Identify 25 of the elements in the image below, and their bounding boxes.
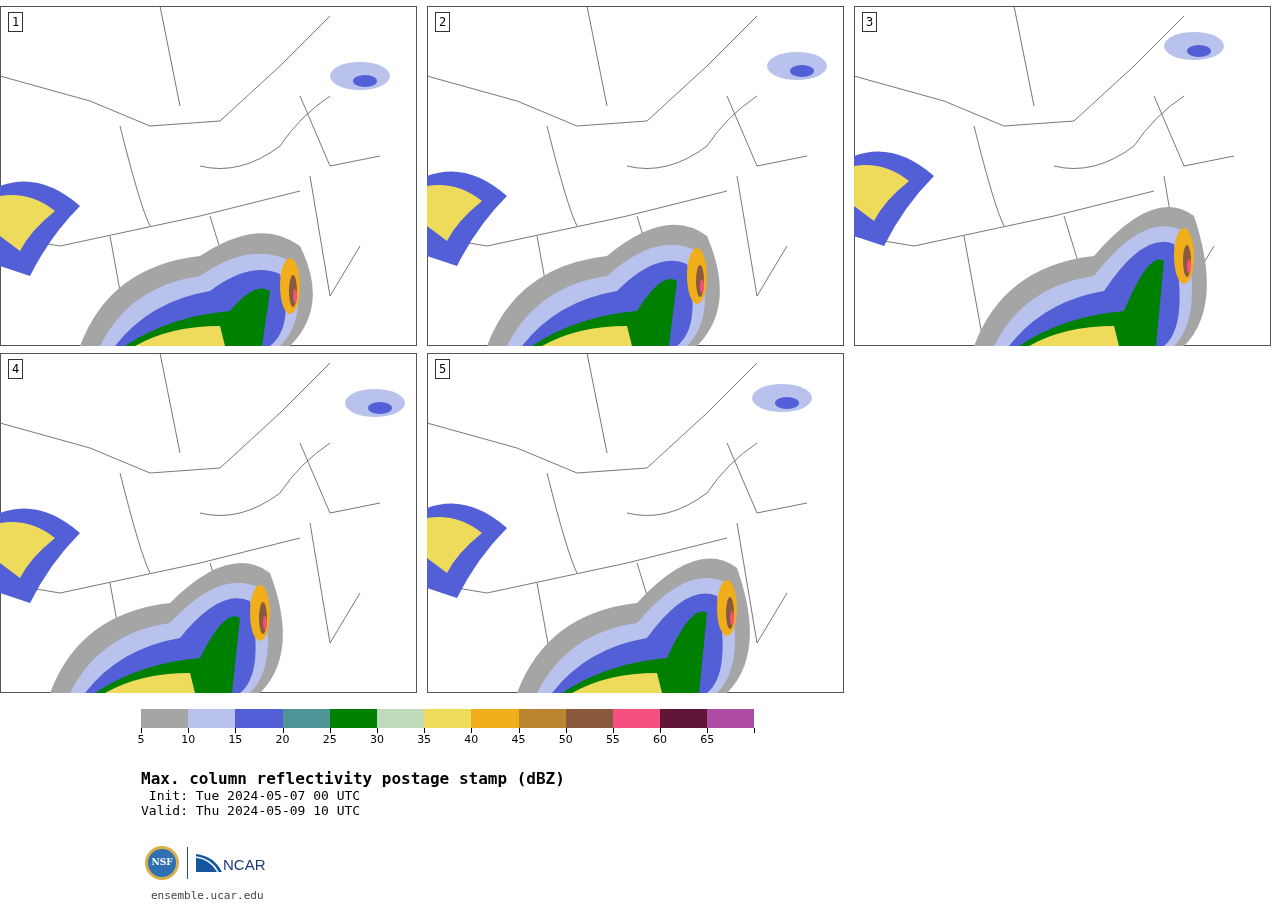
colorbar-tick-label: 5	[137, 734, 145, 746]
panel-number: 5	[435, 359, 451, 379]
colorbar-tick-label: 50	[558, 734, 573, 746]
colorbar-tick-label: 40	[464, 734, 479, 746]
colorbar-tick-label: 25	[322, 734, 337, 746]
nsf-logo: NSF	[145, 846, 179, 880]
ncar-swoosh-icon	[196, 854, 222, 872]
ncar-logo: NCAR	[196, 854, 266, 872]
website-link[interactable]: ensemble.ucar.edu	[151, 889, 264, 902]
colorbar-tick-label: 65	[700, 734, 715, 746]
colorbar-tick-label: 35	[417, 734, 432, 746]
colorbar-tick-label: 45	[511, 734, 526, 746]
colorbar-tick-label: 55	[605, 734, 620, 746]
panel-number: 1	[8, 12, 24, 32]
panel-number: 4	[8, 359, 24, 379]
panel-number: 2	[435, 12, 451, 32]
init-time: Init: Tue 2024-05-07 00 UTC	[147, 788, 361, 803]
colorbar-tick-label: 30	[369, 734, 384, 746]
colorbar-tick-label: 20	[275, 734, 290, 746]
panel-number: 3	[862, 12, 878, 32]
chart-title: Max. column reflectivity postage stamp (dBZ)	[141, 770, 565, 788]
colorbar-tick-label: 15	[228, 734, 243, 746]
colorbar-tick-label: 60	[653, 734, 668, 746]
colorbar-tick-label: 10	[181, 734, 196, 746]
valid-time: Valid: Thu 2024-05-09 10 UTC	[141, 803, 361, 818]
